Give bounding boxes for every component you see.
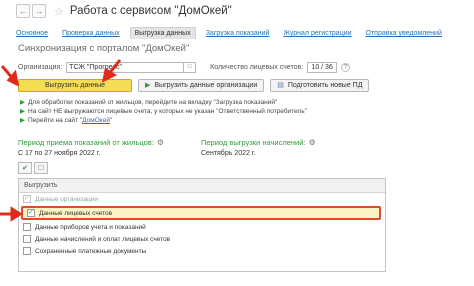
tab-readings-load[interactable]: Загрузка показаний [202, 30, 274, 39]
checkbox[interactable] [23, 247, 31, 255]
document-icon: ▤ [277, 82, 284, 89]
organization-label: Организация: [18, 63, 63, 71]
upload-options-list: Выгрузить ✓ Данные организации ✓ Данные … [18, 178, 386, 272]
checkbox[interactable] [23, 223, 31, 231]
green-arrow-icon: ▶ [20, 117, 25, 124]
help-icon[interactable]: ? [341, 62, 351, 72]
readings-period-value: С 17 по 27 ноября 2022 г. [18, 150, 101, 157]
tab-main[interactable]: Основное [12, 30, 52, 39]
title-bar: ← → ☆ Работа с сервисом "ДомОкей" [0, 0, 474, 22]
checkbox[interactable]: ✓ [23, 195, 31, 203]
tab-notifications[interactable]: Отправка уведомлений [362, 30, 446, 39]
play-icon: ▶ [145, 82, 151, 89]
list-item-highlighted[interactable]: ✓ Данные лицевых счетов [21, 206, 381, 220]
tab-data-upload[interactable]: Выгрузка данных [129, 27, 196, 39]
charges-period-value: Сентябрь 2022 г. [201, 150, 256, 157]
hint-readings: ▶ Для обработки показаний от жильцов, пер… [20, 99, 278, 106]
check-all-icon[interactable]: ✔ [18, 162, 32, 174]
forward-arrow-icon[interactable]: → [32, 4, 46, 18]
section-title: Синхронизация с порталом "ДомОкей" [18, 43, 190, 54]
left-red-arrow [0, 65, 20, 87]
upload-org-data-button[interactable]: ▶ Выгрузить данные организации [138, 78, 265, 92]
checkbox[interactable]: ✓ [27, 209, 35, 217]
tab-data-check[interactable]: Проверка данных [58, 30, 124, 39]
prepare-new-pd-button[interactable]: ▤ Подготовить новые ПД [270, 78, 370, 92]
list-header: Выгрузить [19, 179, 385, 193]
tab-registration-log[interactable]: Журнал регистрации [279, 30, 355, 39]
gear-icon[interactable]: ⚙ [308, 138, 315, 147]
organization-field[interactable]: ТСЖ "Прогресс" [66, 61, 185, 73]
list-toolbar: ✔ ☐ [18, 162, 50, 174]
back-arrow-icon[interactable]: ← [16, 4, 30, 18]
accounts-count-value: 10 / 36 [307, 61, 338, 73]
green-arrow-icon: ▶ [20, 99, 25, 106]
upload-data-button[interactable]: Выгрузить данные [18, 78, 132, 92]
domokey-link[interactable]: ДомОкей [82, 117, 110, 124]
list-item[interactable]: Данные начислений и оплат лицевых счетов [19, 233, 385, 245]
tab-bar: Основное Проверка данных Выгрузка данных… [12, 25, 472, 39]
favorite-star-icon[interactable]: ☆ [54, 5, 64, 18]
toolbar: Выгрузить данные ▶ Выгрузить данные орга… [18, 78, 375, 92]
uncheck-all-icon[interactable]: ☐ [34, 162, 48, 174]
charges-period-label: Период выгрузки начислений: ⚙ [201, 138, 316, 147]
list-item[interactable]: Сохраненные платежные документы [19, 245, 385, 257]
readings-period-label: Период приема показаний от жильцов: ⚙ [18, 138, 165, 147]
accounts-count-label: Количество лицевых счетов: [210, 63, 304, 71]
hint-site: ▶ Перейти на сайт "ДомОкей" [20, 117, 113, 124]
green-arrow-icon: ▶ [20, 108, 25, 115]
list-item[interactable]: Данные приборов учета и показаний [19, 221, 385, 233]
list-red-arrow [0, 206, 23, 222]
list-item[interactable]: ✓ Данные организации [19, 193, 385, 205]
hint-accounts: ▶ На сайт НЕ выгружаются лицевые счета, у… [20, 108, 307, 115]
open-dropdown-icon[interactable]: □ [184, 61, 197, 73]
checkbox[interactable] [23, 235, 31, 243]
window-title: Работа с сервисом "ДомОкей" [69, 5, 232, 17]
organization-row: Организация: ТСЖ "Прогресс" □ Количество… [18, 61, 474, 73]
gear-icon[interactable]: ⚙ [157, 138, 164, 147]
